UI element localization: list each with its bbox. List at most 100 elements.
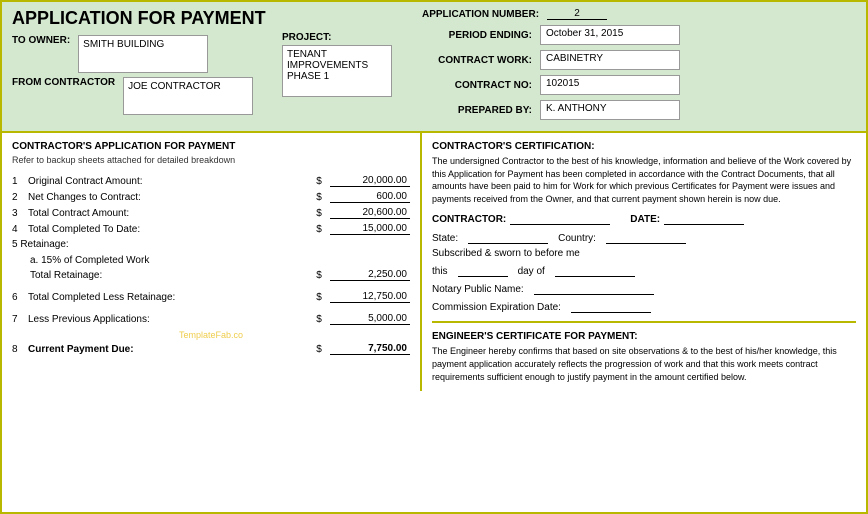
- subscribed-row: Subscribed & sworn to before me: [432, 248, 856, 259]
- header-left: APPLICATION FOR PAYMENT TO OWNER: SMITH …: [12, 8, 272, 115]
- watermark-area: TemplateFab.co: [12, 329, 410, 341]
- contractor-section: FROM CONTRACTOR JOE CONTRACTOR: [12, 77, 272, 115]
- amount-3: 20,600.00: [330, 207, 410, 219]
- retainage-label: 5 Retainage:: [12, 239, 410, 250]
- line-item-3: 3 Total Contract Amount: $ 20,600.00: [12, 207, 410, 219]
- cert-title: CONTRACTOR'S CERTIFICATION:: [432, 141, 856, 152]
- day-of-line: [555, 263, 635, 277]
- this-label: this: [432, 266, 448, 277]
- engineer-title: ENGINEER'S CERTIFICATE FOR PAYMENT:: [432, 331, 856, 342]
- line-number-8: 8: [12, 344, 24, 355]
- contract-no-row: CONTRACT NO: 102015: [422, 75, 856, 95]
- dollar-7: $: [312, 314, 326, 325]
- contractor-field: CONTRACTOR:: [432, 211, 610, 225]
- day-of-label: day of: [518, 266, 545, 277]
- left-panel: CONTRACTOR'S APPLICATION FOR PAYMENT Ref…: [2, 133, 422, 391]
- line-item-2: 2 Net Changes to Contract: $ 600.00: [12, 191, 410, 203]
- owner-name: SMITH BUILDING: [78, 35, 208, 73]
- dollar-4: $: [312, 224, 326, 235]
- amount-8: 7,750.00: [330, 343, 410, 355]
- contract-no-label: CONTRACT NO:: [422, 80, 532, 91]
- this-day-row: this day of: [432, 263, 856, 277]
- notary-label: Notary Public Name:: [432, 284, 524, 295]
- country-label: Country:: [558, 233, 596, 244]
- project-section: PROJECT: TENANTIMPROVEMENTSPHASE 1: [282, 32, 402, 97]
- this-line: [458, 263, 508, 277]
- line-number-2: 2: [12, 192, 24, 203]
- retainage-sub-row: a. 15% of Completed Work: [30, 254, 410, 266]
- project-value: TENANTIMPROVEMENTSPHASE 1: [282, 45, 392, 97]
- main-body: CONTRACTOR'S APPLICATION FOR PAYMENT Ref…: [2, 133, 866, 391]
- app-number-value: 2: [547, 8, 607, 20]
- commission-row: Commission Expiration Date:: [432, 299, 856, 313]
- left-section-title: CONTRACTOR'S APPLICATION FOR PAYMENT: [12, 141, 410, 152]
- retainage-label-row: 5 Retainage:: [12, 239, 410, 250]
- engineer-section: ENGINEER'S CERTIFICATE FOR PAYMENT: The …: [432, 321, 856, 383]
- period-ending-row: PERIOD ENDING: October 31, 2015: [422, 25, 856, 45]
- total-retainage-label: Total Retainage:: [30, 270, 308, 281]
- from-contractor-label: FROM CONTRACTOR: [12, 77, 115, 88]
- line-desc-7: Less Previous Applications:: [28, 314, 308, 325]
- line-item-1: 1 Original Contract Amount: $ 20,000.00: [12, 175, 410, 187]
- prepared-by-value: K. ANTHONY: [540, 100, 680, 120]
- total-retainage-amount: 2,250.00: [330, 269, 410, 281]
- dollar-8: $: [312, 344, 326, 355]
- prepared-by-label: PREPARED BY:: [422, 105, 532, 116]
- line-item-8: 8 Current Payment Due: $ 7,750.00: [12, 343, 410, 355]
- cert-text: The undersigned Contractor to the best o…: [432, 155, 856, 205]
- period-ending-value: October 31, 2015: [540, 25, 680, 45]
- prepared-by-row: PREPARED BY: K. ANTHONY: [422, 100, 856, 120]
- owner-section: TO OWNER: SMITH BUILDING: [12, 35, 272, 73]
- date-field: DATE:: [630, 211, 744, 225]
- country-line: [606, 230, 686, 244]
- commission-line: [571, 299, 651, 313]
- line-desc-1: Original Contract Amount:: [28, 176, 308, 187]
- dollar-1: $: [312, 176, 326, 187]
- notary-line: [534, 281, 654, 295]
- application-form: APPLICATION FOR PAYMENT TO OWNER: SMITH …: [0, 0, 868, 514]
- line-desc-2: Net Changes to Contract:: [28, 192, 308, 203]
- state-line: [468, 230, 548, 244]
- line-number-7: 7: [12, 314, 24, 325]
- contractor-sig-label: CONTRACTOR:: [432, 214, 506, 225]
- line-desc-6: Total Completed Less Retainage:: [28, 292, 308, 303]
- notary-row: Notary Public Name:: [432, 281, 856, 295]
- dollar-6: $: [312, 292, 326, 303]
- state-country-row: State: Country:: [432, 230, 856, 244]
- line-desc-4: Total Completed To Date:: [28, 224, 308, 235]
- line-item-4: 4 Total Completed To Date: $ 15,000.00: [12, 223, 410, 235]
- line-desc-8: Current Payment Due:: [28, 344, 308, 355]
- line-item-7: 7 Less Previous Applications: $ 5,000.00: [12, 313, 410, 325]
- retainage-sub-label: a. 15% of Completed Work: [30, 255, 149, 266]
- commission-label: Commission Expiration Date:: [432, 302, 561, 313]
- left-section-subtitle: Refer to backup sheets attached for deta…: [12, 155, 410, 165]
- cert-signature-row: CONTRACTOR: DATE:: [432, 211, 856, 225]
- right-panel: CONTRACTOR'S CERTIFICATION: The undersig…: [422, 133, 866, 391]
- page-title: APPLICATION FOR PAYMENT: [12, 8, 272, 29]
- engineer-text: The Engineer hereby confirms that based …: [432, 345, 856, 383]
- dollar-retainage: $: [312, 270, 326, 281]
- to-owner-label: TO OWNER:: [12, 35, 70, 46]
- subscribed-label: Subscribed & sworn to before me: [432, 248, 580, 259]
- app-number-row: APPLICATION NUMBER: 2: [422, 8, 856, 20]
- line-item-6: 6 Total Completed Less Retainage: $ 12,7…: [12, 291, 410, 303]
- dollar-2: $: [312, 192, 326, 203]
- line-number-3: 3: [12, 208, 24, 219]
- project-label: PROJECT:: [282, 32, 402, 43]
- contract-no-value: 102015: [540, 75, 680, 95]
- contract-work-row: CONTRACT WORK: CABINETRY: [422, 50, 856, 70]
- total-retainage-row: Total Retainage: $ 2,250.00: [30, 269, 410, 281]
- contract-work-label: CONTRACT WORK:: [422, 55, 532, 66]
- period-ending-label: PERIOD ENDING:: [422, 30, 532, 41]
- date-line: [664, 211, 744, 225]
- amount-6: 12,750.00: [330, 291, 410, 303]
- contractor-sig-line: [510, 211, 610, 225]
- amount-4: 15,000.00: [330, 223, 410, 235]
- watermark-text: TemplateFab.co: [179, 330, 243, 340]
- contract-work-value: CABINETRY: [540, 50, 680, 70]
- line-desc-3: Total Contract Amount:: [28, 208, 308, 219]
- line-number-4: 4: [12, 224, 24, 235]
- line-number-6: 6: [12, 292, 24, 303]
- dollar-3: $: [312, 208, 326, 219]
- header-section: APPLICATION FOR PAYMENT TO OWNER: SMITH …: [2, 2, 866, 133]
